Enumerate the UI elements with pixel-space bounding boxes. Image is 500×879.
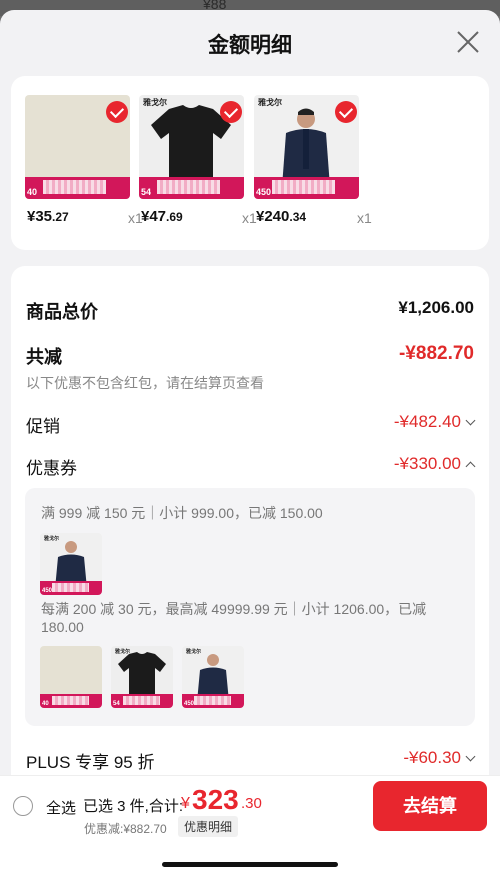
selected-products-card: 40 ¥35.27 x1 雅戈尔 54 ¥47.69 x1 雅戈尔 450 ¥2… xyxy=(11,76,489,250)
product-qty: x1 xyxy=(357,210,372,226)
product-price: ¥47.69 xyxy=(141,208,183,225)
product-thumbnail[interactable]: 40 xyxy=(25,95,130,199)
coupon-product-thumbnail: 雅戈尔 54 xyxy=(111,646,173,708)
product-thumbnail[interactable]: 雅戈尔 54 xyxy=(139,95,244,199)
brand-logo: 雅戈尔 xyxy=(258,97,282,107)
checkout-button[interactable]: 去结算 xyxy=(373,781,487,831)
promo-strip: 54 xyxy=(139,177,244,199)
select-all-radio[interactable] xyxy=(13,796,33,816)
selected-summary: 已选 3 件,合计: xyxy=(83,798,184,815)
discount-summary: 优惠减:¥882.70 xyxy=(84,822,167,836)
product-price: ¥240.34 xyxy=(256,208,307,225)
amount-detail-sheet: 金额明细 40 ¥35.27 x1 雅戈尔 54 ¥47.69 x1 雅戈尔 4… xyxy=(0,10,500,879)
promo-strip: 450 xyxy=(254,177,359,199)
home-indicator xyxy=(162,862,338,867)
coupon-product-thumbnail: 雅戈尔 450 xyxy=(40,533,102,595)
coupon-product-thumbnail: 40 xyxy=(40,646,102,708)
checkout-bar: 全选 已选 3 件,合计: ¥ 323 .30 优惠减:¥882.70 优惠明细… xyxy=(0,775,500,879)
amount-detail-card: 商品总价 ¥1,206.00 共减 -¥882.70 以下优惠不包含红包，请在结… xyxy=(11,266,489,806)
select-all-label[interactable]: 全选 xyxy=(46,797,76,818)
coupon-rule-2: 每满 200 减 30 元，最高减 49999.99 元｜小计 1206.00，… xyxy=(41,601,427,635)
checked-icon[interactable] xyxy=(220,101,242,123)
chevron-down-icon[interactable] xyxy=(465,751,476,762)
sheet-title: 金额明细 xyxy=(208,34,292,57)
coupon-product-thumbnail: 雅戈尔 450 xyxy=(182,646,244,708)
brand-logo: 雅戈尔 xyxy=(143,97,167,107)
discount-detail-link[interactable]: 优惠明细 xyxy=(178,816,239,837)
promo-strip: 40 xyxy=(25,177,130,199)
coupon-detail-box: 满 999 减 150 元｜小计 999.00，已减 150.00 雅戈尔 45… xyxy=(25,488,475,726)
product-thumbnail[interactable]: 雅戈尔 450 xyxy=(254,95,359,199)
total-currency: ¥ xyxy=(181,795,190,812)
checked-icon[interactable] xyxy=(106,101,128,123)
close-icon[interactable] xyxy=(456,30,480,54)
product-price: ¥35.27 xyxy=(27,208,69,225)
chevron-down-icon[interactable] xyxy=(465,415,476,426)
total-amount-decimal: .30 xyxy=(241,795,262,812)
chevron-up-icon[interactable] xyxy=(465,461,476,472)
checked-icon[interactable] xyxy=(335,101,357,123)
reduce-note: 以下优惠不包含红包，请在结算页查看 xyxy=(26,375,264,391)
total-amount: 323 xyxy=(192,784,239,815)
product-qty: x1 xyxy=(242,210,257,226)
coupon-rule-1: 满 999 减 150 元｜小计 999.00，已减 150.00 xyxy=(41,505,323,521)
